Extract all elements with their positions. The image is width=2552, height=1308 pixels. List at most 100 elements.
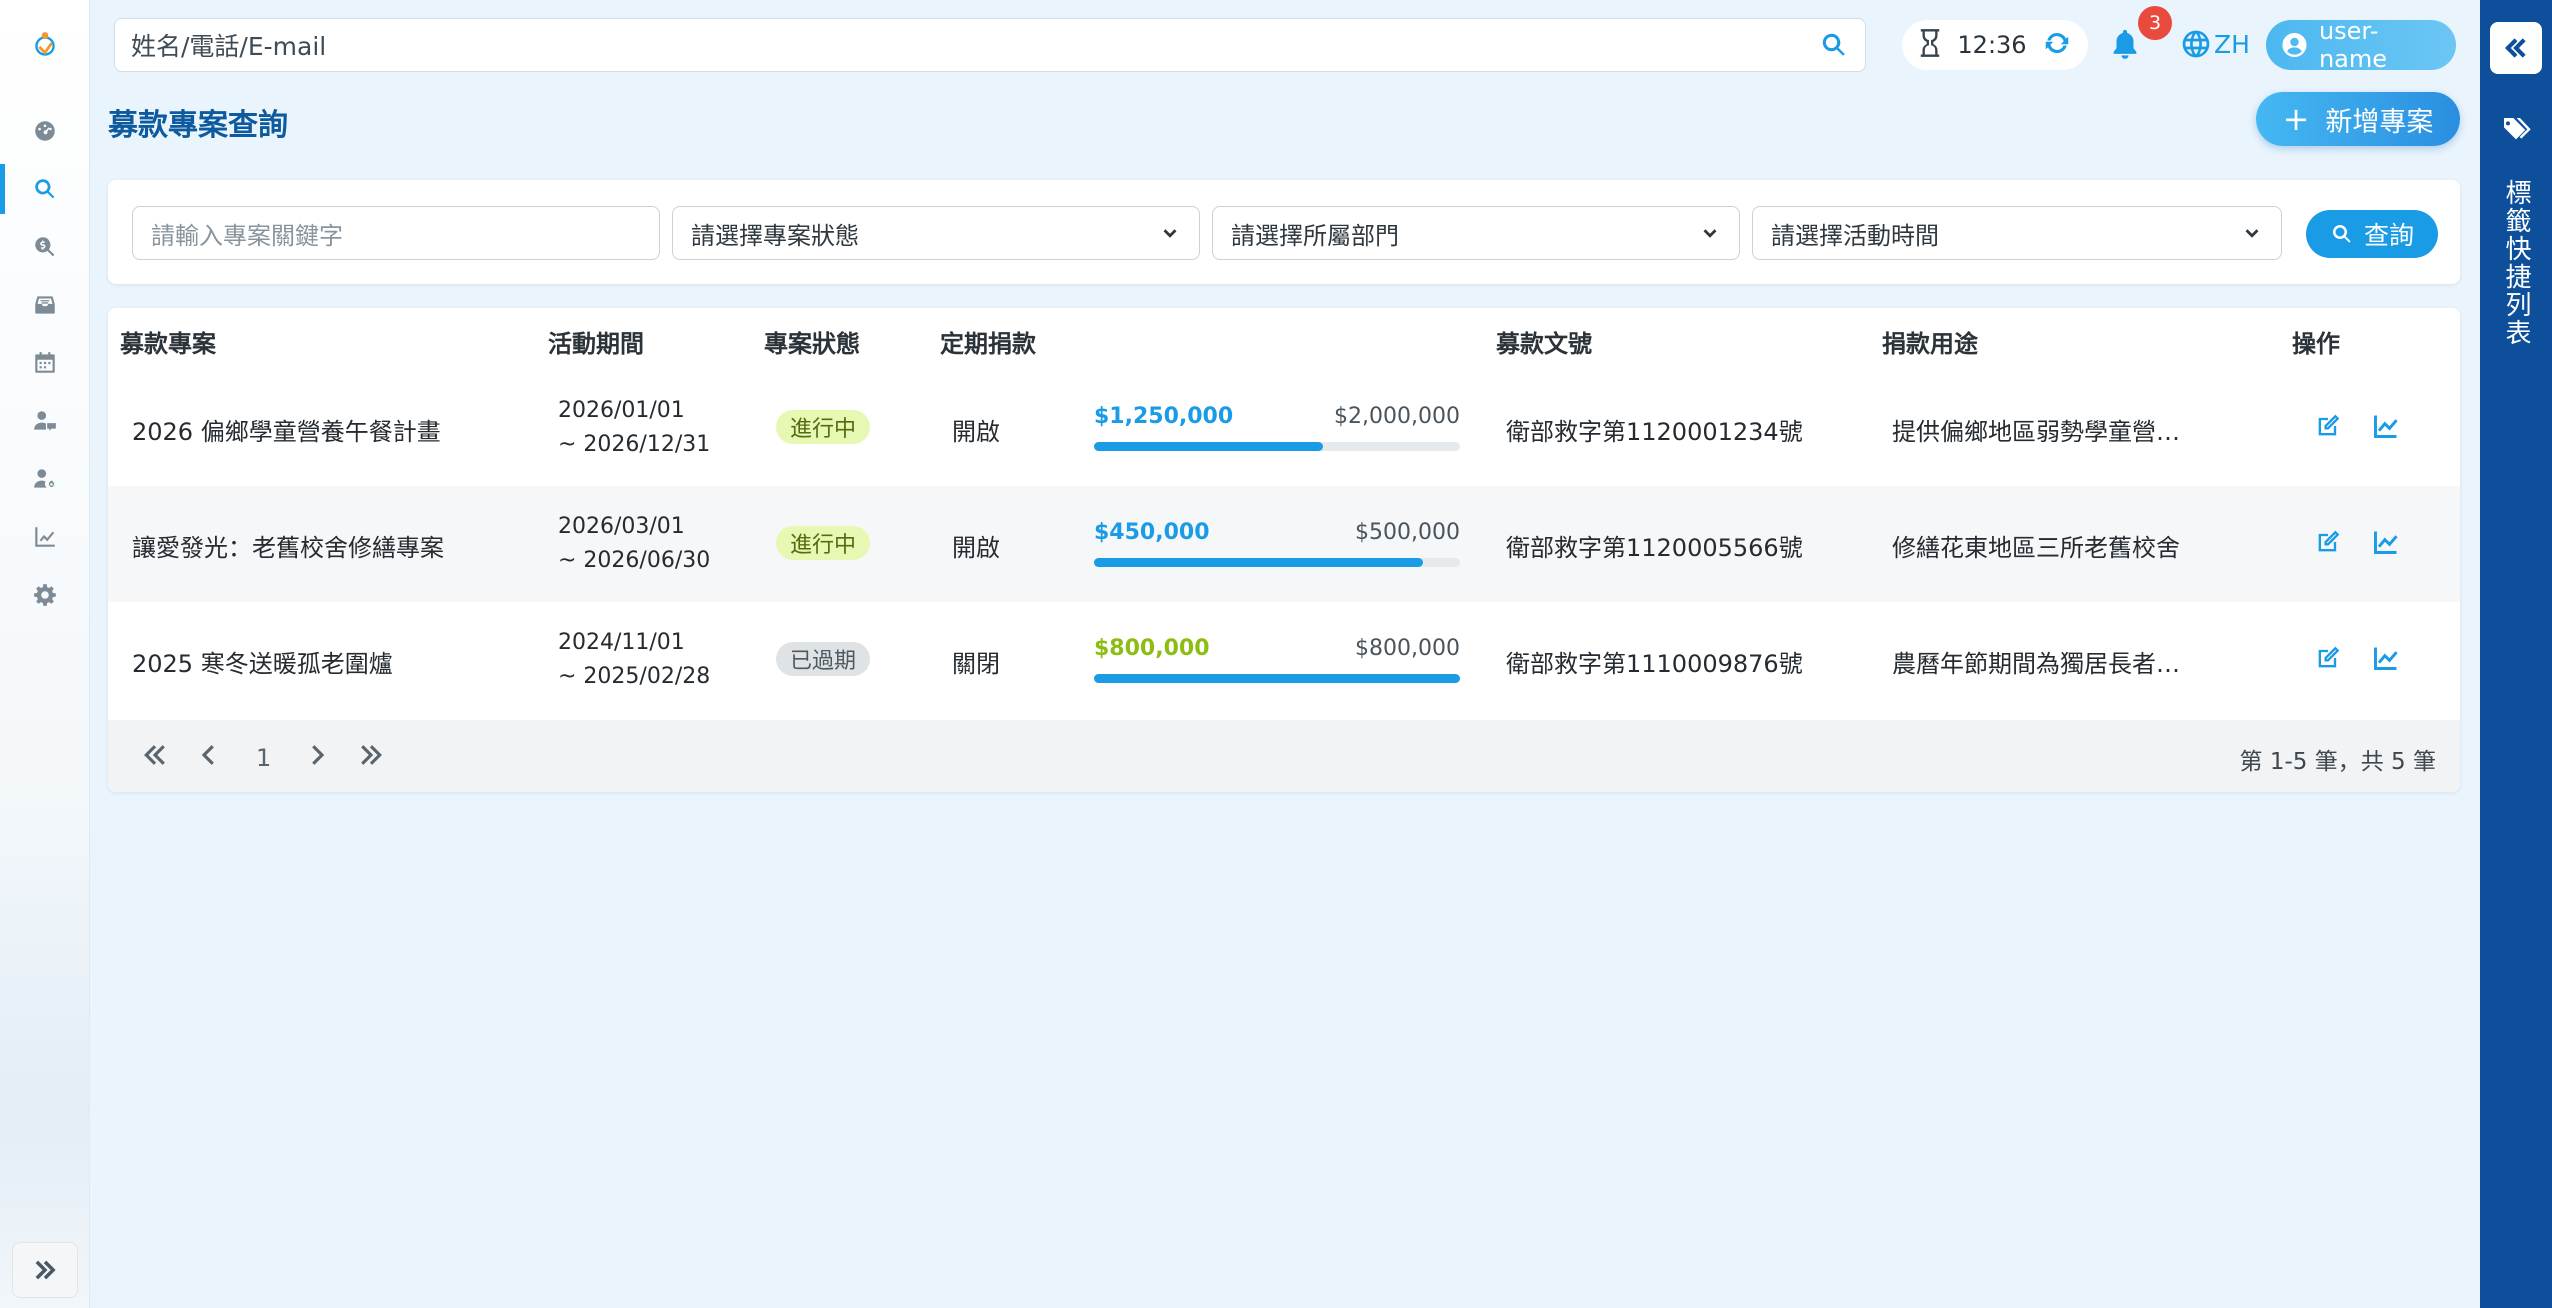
user-menu-button[interactable]: user-name (2266, 17, 2456, 73)
header-status[interactable]: 專案狀態 (764, 324, 860, 359)
project-name[interactable]: 2026 偏鄉學童營養午餐計畫 (132, 412, 441, 447)
project-name[interactable]: 2025 寒冬送暖孤老圍爐 (132, 644, 393, 679)
search-dollar-icon (35, 237, 55, 257)
last-page-button[interactable] (356, 740, 386, 776)
chevron-down-icon (1163, 229, 1177, 238)
department-select-value: 請選擇所屬部門 (1231, 221, 1399, 250)
raised-amount: $450,000 (1094, 520, 1210, 545)
add-project-label: 新增專案 (2325, 106, 2434, 138)
language-switcher[interactable]: ZH (2180, 26, 2250, 62)
notification-button[interactable] (2108, 26, 2144, 62)
status-select[interactable]: 請選擇專案狀態 (672, 206, 1200, 260)
page-number[interactable]: 1 (256, 744, 271, 772)
progress-bar (1094, 558, 1460, 567)
goal-amount: $2,000,000 (1334, 404, 1460, 429)
language-code: ZH (2214, 29, 2250, 59)
progress-bar (1094, 442, 1460, 451)
sidebar-item-dashboard[interactable] (0, 102, 90, 160)
progress-bar (1094, 674, 1460, 683)
sidebar-item-search[interactable] (0, 160, 90, 218)
project-period: 2024/11/01 ~ 2025/02/28 (558, 626, 710, 694)
sidebar-item-statistics[interactable] (0, 508, 90, 566)
period-start: 2024/11/01 (558, 630, 685, 655)
edit-button[interactable] (2314, 644, 2344, 674)
recurring-status: 開啟 (952, 418, 1000, 446)
edit-button[interactable] (2314, 412, 2344, 442)
keyword-placeholder: 請輸入專案關鍵字 (151, 221, 343, 250)
add-project-button[interactable]: + 新增專案 (2256, 92, 2460, 146)
pagination: 1 第 1-5 筆，共 5 筆 (108, 720, 2460, 792)
global-search-input[interactable]: 姓名/電話/E-mail (114, 18, 1866, 72)
search-icon (35, 179, 55, 199)
sidebar-item-user-settings[interactable] (0, 450, 90, 508)
sidebar-item-settings[interactable] (0, 566, 90, 624)
sidebar-item-inbox[interactable] (0, 276, 90, 334)
tag-shortcut-label[interactable]: 標籤快捷列表 (2480, 168, 2552, 358)
project-name[interactable]: 讓愛發光：老舊校舍修繕專案 (132, 528, 444, 563)
recurring-status: 關閉 (952, 650, 1000, 678)
next-page-button[interactable] (302, 740, 332, 776)
plus-icon: + (2282, 100, 2310, 138)
donation-purpose: 農曆年節期間為獨居長者… (1892, 650, 2180, 678)
edit-icon (2318, 414, 2340, 436)
sidebar-item-user-messages[interactable] (0, 392, 90, 450)
user-gear-icon (34, 469, 55, 488)
status-badge: 進行中 (776, 410, 871, 444)
header-name[interactable]: 募款專案 (120, 324, 216, 359)
search-icon[interactable] (1819, 30, 1849, 60)
chevron-down-icon (1703, 229, 1717, 238)
chart-line-icon (2374, 415, 2398, 438)
double-chevron-left-icon (2504, 38, 2526, 58)
period-end: ~ 2026/06/30 (558, 548, 711, 573)
prev-page-button[interactable] (194, 740, 224, 776)
period-start: 2026/03/01 (558, 514, 685, 539)
refresh-icon[interactable] (2042, 28, 2072, 62)
table-row[interactable]: 2025 寒冬送暖孤老圍爐 2024/11/01 ~ 2025/02/28 已過… (108, 602, 2460, 718)
sidebar-item-search-donation[interactable] (0, 218, 90, 276)
fundraising-progress: $450,000 $500,000 (1094, 520, 1460, 568)
calendar-icon (35, 352, 55, 373)
header-doc-no[interactable]: 募款文號 (1496, 324, 1592, 359)
project-period: 2026/03/01 ~ 2026/06/30 (558, 510, 710, 578)
period-end: ~ 2026/12/31 (558, 432, 711, 457)
fundraising-progress: $1,250,000 $2,000,000 (1094, 404, 1460, 452)
tag-shortcut-panel: 標籤快捷列表 (2480, 0, 2552, 1308)
panel-toggle-button[interactable] (2490, 22, 2542, 74)
first-page-button[interactable] (140, 740, 170, 776)
status-badge: 已過期 (776, 642, 871, 676)
session-timer: 12:36 (1902, 20, 2088, 70)
statistics-button[interactable] (2372, 528, 2402, 558)
keyword-input[interactable]: 請輸入專案關鍵字 (132, 206, 660, 260)
double-chevron-left-icon (144, 745, 165, 765)
user-chat-icon (34, 411, 56, 431)
chevron-down-icon (2245, 229, 2259, 238)
tags-icon (2502, 118, 2531, 140)
donation-purpose: 修繕花東地區三所老舊校舍 (1892, 534, 2180, 562)
app-logo[interactable] (26, 26, 64, 64)
recurring-status: 開啟 (952, 534, 1000, 562)
header-purpose[interactable]: 捐款用途 (1882, 324, 1978, 359)
chevron-left-icon (201, 745, 214, 765)
statistics-button[interactable] (2372, 412, 2402, 442)
dashboard-icon (35, 121, 55, 141)
document-number: 衛部救字第1120001234號 (1506, 418, 1803, 446)
query-button[interactable]: 查詢 (2306, 210, 2438, 258)
table-row[interactable]: 2026 偏鄉學童營養午餐計畫 2026/01/01 ~ 2026/12/31 … (108, 370, 2460, 486)
double-chevron-right-icon (361, 745, 382, 765)
progress-bar-fill (1094, 558, 1424, 567)
department-select[interactable]: 請選擇所屬部門 (1212, 206, 1740, 260)
statistics-button[interactable] (2372, 644, 2402, 674)
globe-icon (2182, 30, 2210, 58)
period-end: ~ 2025/02/28 (558, 664, 711, 689)
sidebar-item-calendar[interactable] (0, 334, 90, 392)
period-select[interactable]: 請選擇活動時間 (1752, 206, 2282, 260)
gear-icon (34, 584, 56, 606)
header-recurring[interactable]: 定期捐款 (940, 324, 1036, 359)
table-row[interactable]: 讓愛發光：老舊校舍修繕專案 2026/03/01 ~ 2026/06/30 進行… (108, 486, 2460, 602)
project-period: 2026/01/01 ~ 2026/12/31 (558, 394, 710, 462)
edit-button[interactable] (2314, 528, 2344, 558)
period-start: 2026/01/01 (558, 398, 685, 423)
header-period[interactable]: 活動期間 (548, 324, 644, 359)
sidebar-expand-button[interactable] (12, 1242, 78, 1298)
session-time: 12:36 (1957, 31, 2027, 59)
